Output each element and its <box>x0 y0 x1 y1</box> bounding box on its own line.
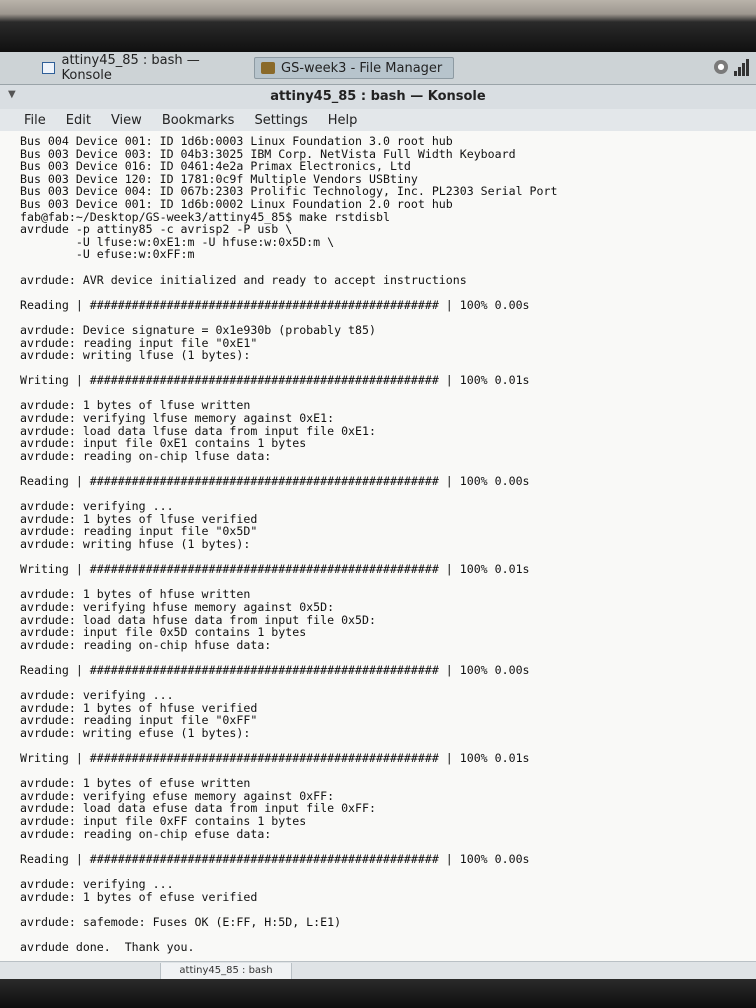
terminal-line: Reading | ##############################… <box>20 662 530 677</box>
tab-bar: attiny45_85 : bash <box>0 961 756 980</box>
terminal-lines: Bus 004 Device 001: ID 1d6b:0003 Linux F… <box>20 135 750 961</box>
folder-icon <box>261 62 275 74</box>
task-file-manager[interactable]: GS-week3 - File Manager <box>254 57 454 79</box>
menu-file[interactable]: File <box>24 113 46 128</box>
menu-view[interactable]: View <box>111 113 142 128</box>
terminal-line: Writing | ##############################… <box>20 373 530 388</box>
terminal-line: avrdude: input file 0x5D contains 1 byte… <box>20 625 307 640</box>
terminal-line: avrdude: input file 0xE1 contains 1 byte… <box>20 436 307 451</box>
terminal-line: avrdude: Device signature = 0x1e930b (pr… <box>20 322 376 337</box>
terminal-line: avrdude: 1 bytes of efuse written <box>20 776 251 791</box>
task-file-manager-label: GS-week3 - File Manager <box>281 60 443 76</box>
terminal-line: avrdude: reading on-chip hfuse data: <box>20 637 272 652</box>
terminal-line: avrdude: writing hfuse (1 bytes): <box>20 537 251 551</box>
terminal-icon <box>42 62 56 74</box>
monitor-bezel-bottom <box>0 979 756 1008</box>
terminal-line: avrdude: writing efuse (1 bytes): <box>20 725 251 740</box>
menu-help[interactable]: Help <box>328 113 358 128</box>
terminal-line: avrdude: safemode: Fuses OK (E:FF, H:5D,… <box>20 914 342 929</box>
terminal-line: avrdude done. Thank you. <box>20 940 195 954</box>
terminal-line: Reading | ##############################… <box>20 474 530 489</box>
terminal-line: Bus 004 Device 001: ID 1d6b:0003 Linux F… <box>20 134 453 148</box>
notification-icon[interactable]: ● <box>714 60 728 74</box>
signal-icon[interactable] <box>734 58 750 76</box>
monitor-bezel-top <box>0 0 756 52</box>
terminal-line: Writing | ##############################… <box>20 751 530 766</box>
terminal-line: avrdude -p attiny85 -c avrisp2 -P usb \ <box>20 222 293 237</box>
terminal-line: avrdude: AVR device initialized and read… <box>20 272 467 287</box>
terminal-line: avrdude: 1 bytes of efuse verified <box>20 889 258 904</box>
terminal-line: Reading | ##############################… <box>20 297 530 312</box>
tab-session[interactable]: attiny45_85 : bash <box>160 963 292 980</box>
task-konsole[interactable]: attiny45_85 : bash — Konsole <box>36 53 252 83</box>
task-konsole-label: attiny45_85 : bash — Konsole <box>61 53 200 83</box>
terminal-output[interactable]: Bus 004 Device 001: ID 1d6b:0003 Linux F… <box>0 131 756 961</box>
menu-bookmarks[interactable]: Bookmarks <box>162 113 235 128</box>
menu-settings[interactable]: Settings <box>254 113 307 128</box>
terminal-line: -U efuse:w:0xFF:m <box>20 247 195 262</box>
terminal-line: avrdude: reading on-chip lfuse data: <box>20 448 272 463</box>
taskbar: attiny45_85 : bash — Konsole GS-week3 - … <box>0 52 756 85</box>
terminal-line: avrdude: verifying hfuse memory against … <box>20 599 335 614</box>
menubar: File Edit View Bookmarks Settings Help <box>0 109 756 132</box>
menu-edit[interactable]: Edit <box>66 113 91 128</box>
terminal-line: avrdude: verifying ... <box>20 499 174 514</box>
terminal-line: Writing | ##############################… <box>20 562 530 577</box>
terminal-line: avrdude: verifying ... <box>20 877 174 892</box>
terminal-line: Reading | ##############################… <box>20 851 530 866</box>
system-tray: ● <box>714 58 750 76</box>
window-title: attiny45_85 : bash — Konsole <box>270 89 486 104</box>
terminal-line: avrdude: input file 0xFF contains 1 byte… <box>20 814 307 829</box>
terminal-line: Bus 003 Device 016: ID 0461:4e2a Primax … <box>20 159 411 174</box>
terminal-line: avrdude: verifying ... <box>20 688 174 703</box>
terminal-line: Bus 003 Device 001: ID 1d6b:0002 Linux F… <box>20 196 453 211</box>
terminal-line: avrdude: reading on-chip efuse data: <box>20 826 272 841</box>
window-titlebar[interactable]: ▼ attiny45_85 : bash — Konsole <box>0 85 756 110</box>
terminal-line: avrdude: writing lfuse (1 bytes): <box>20 348 251 363</box>
terminal-line: avrdude: verifying lfuse memory against … <box>20 411 335 426</box>
